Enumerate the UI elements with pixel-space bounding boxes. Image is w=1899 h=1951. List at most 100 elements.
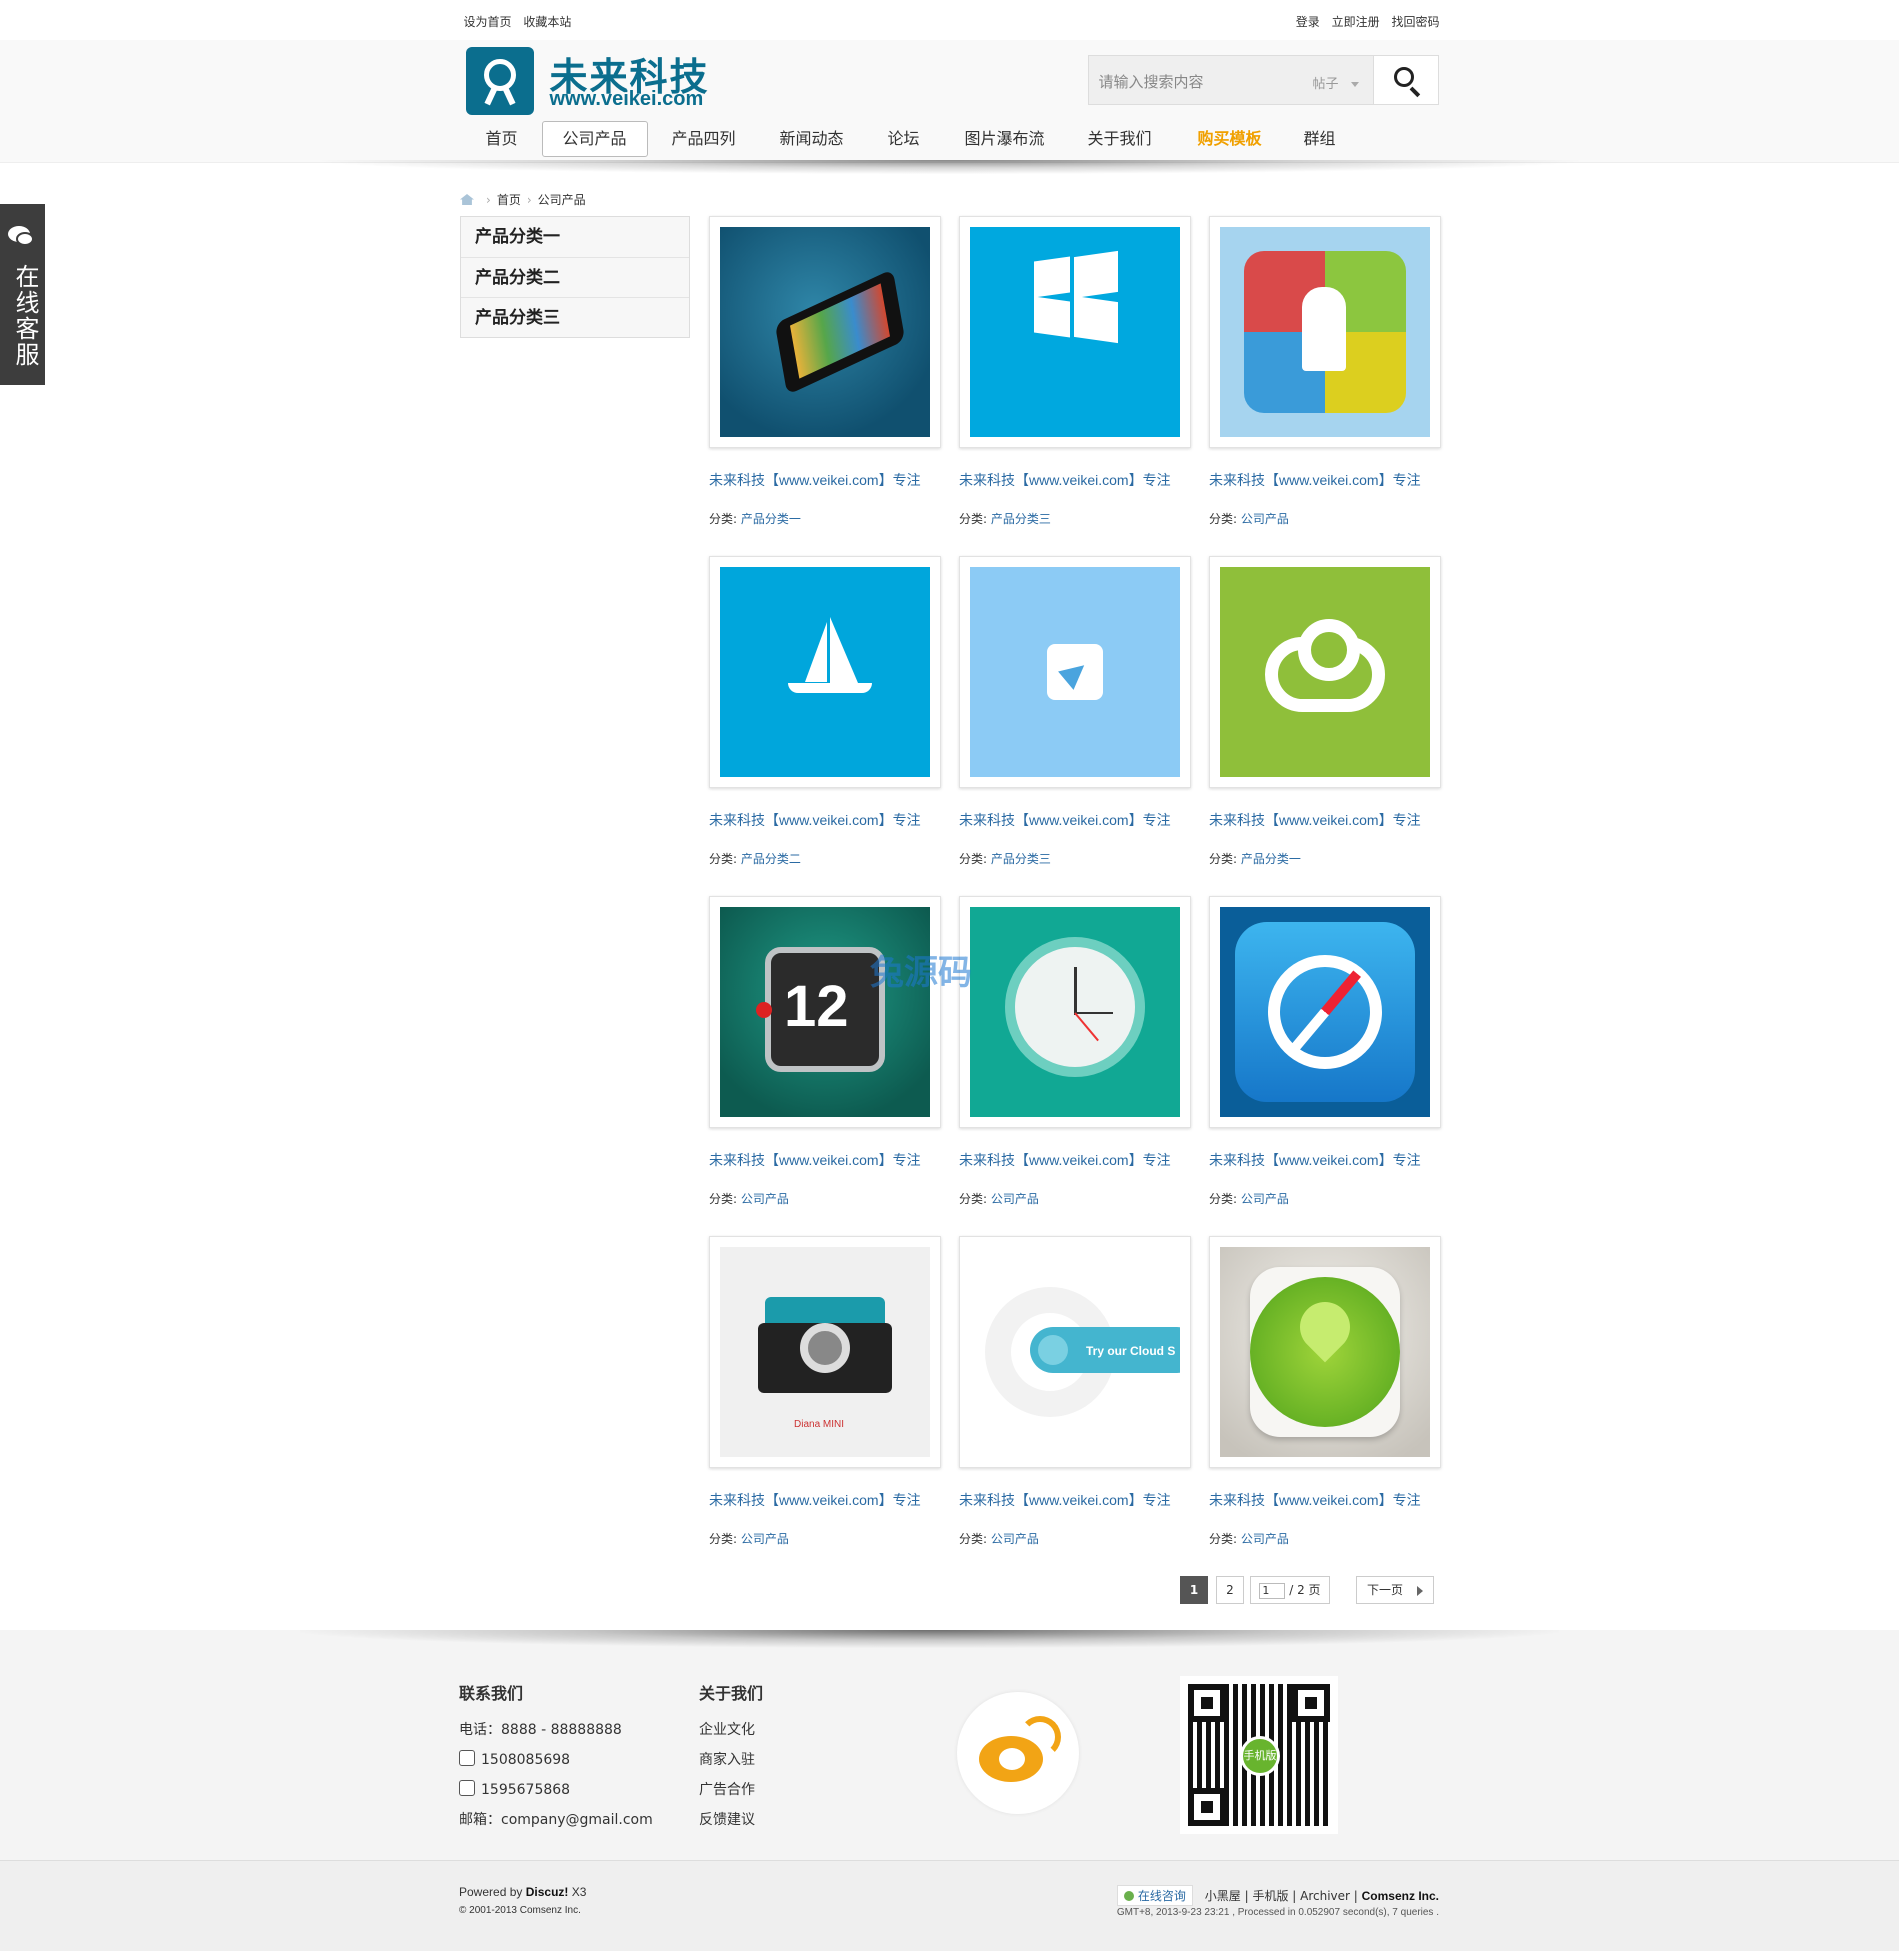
product-thumbnail[interactable] xyxy=(709,556,941,788)
product-thumbnail[interactable]: Try our Cloud S xyxy=(959,1236,1191,1468)
product-title[interactable]: 未来科技【www.veikei.com】专注 xyxy=(709,1150,941,1170)
product-title[interactable]: 未来科技【www.veikei.com】专注 xyxy=(1209,1490,1441,1510)
forgot-password-link[interactable]: 找回密码 xyxy=(1391,15,1439,29)
home-icon[interactable] xyxy=(460,194,474,205)
discuz-link[interactable]: Discuz! xyxy=(526,1885,569,1899)
nav-news[interactable]: 新闻动态 xyxy=(766,120,858,158)
copyright: © 2001-2013 Comsenz Inc. xyxy=(459,1905,581,1916)
product-category-link[interactable]: 公司产品 xyxy=(1241,1532,1289,1546)
product-title[interactable]: 未来科技【www.veikei.com】专注 xyxy=(959,1490,1191,1510)
set-homepage-link[interactable]: 设为首页 xyxy=(464,15,512,29)
product-thumbnail[interactable]: 12 xyxy=(709,896,941,1128)
page-2-button[interactable]: 2 xyxy=(1216,1576,1244,1604)
contact-section: 联系我们 电话：8888 - 88888888 1508085698 15956… xyxy=(459,1680,653,1835)
product-category-link[interactable]: 公司产品 xyxy=(1241,512,1289,526)
nav-groups[interactable]: 群组 xyxy=(1290,120,1350,158)
product-thumbnail[interactable] xyxy=(1209,556,1441,788)
register-link[interactable]: 立即注册 xyxy=(1332,15,1380,29)
company-link[interactable]: Comsenz Inc. xyxy=(1362,1889,1439,1903)
product-title[interactable]: 未来科技【www.veikei.com】专注 xyxy=(709,810,941,830)
product-thumbnail[interactable] xyxy=(1209,896,1441,1128)
product-category: 分类: 公司产品 xyxy=(1209,1192,1289,1206)
camera-icon: Diana MINI xyxy=(720,1247,930,1457)
product-card: 未来科技【www.veikei.com】专注 分类: 产品分类二 xyxy=(709,556,941,867)
about-link[interactable]: 反馈建议 xyxy=(699,1805,763,1835)
phone-icon xyxy=(720,227,930,437)
about-link[interactable]: 企业文化 xyxy=(699,1715,763,1745)
nav-home[interactable]: 首页 xyxy=(472,120,532,158)
search-button[interactable] xyxy=(1372,55,1439,105)
product-thumbnail[interactable] xyxy=(959,896,1191,1128)
nav-buy-template[interactable]: 购买模板 xyxy=(1184,120,1276,158)
product-thumbnail[interactable] xyxy=(1209,216,1441,448)
product-card: 未来科技【www.veikei.com】专注 分类: 公司产品 xyxy=(1209,216,1441,527)
product-category-link[interactable]: 产品分类二 xyxy=(741,852,801,866)
product-category-link[interactable]: 产品分类一 xyxy=(1241,852,1301,866)
compass-icon xyxy=(1220,907,1430,1117)
product-card: 未来科技【www.veikei.com】专注 分类: 产品分类三 xyxy=(959,556,1191,867)
product-category-link[interactable]: 产品分类三 xyxy=(991,512,1051,526)
blacklist-link[interactable]: 小黑屋 xyxy=(1205,1889,1241,1903)
logo-icon[interactable] xyxy=(465,47,534,115)
product-thumbnail[interactable] xyxy=(959,216,1191,448)
weibo-icon[interactable] xyxy=(957,1692,1079,1814)
product-title[interactable]: 未来科技【www.veikei.com】专注 xyxy=(1209,1150,1441,1170)
breadcrumb-current[interactable]: 公司产品 xyxy=(538,193,586,207)
next-page-label: 下一页 xyxy=(1366,1583,1403,1597)
product-title[interactable]: 未来科技【www.veikei.com】专注 xyxy=(709,1490,941,1510)
nav-about[interactable]: 关于我们 xyxy=(1074,120,1166,158)
product-thumbnail[interactable]: Diana MINI xyxy=(709,1236,941,1468)
breadcrumb-home[interactable]: 首页 xyxy=(497,193,521,207)
page-1-button[interactable]: 1 xyxy=(1180,1576,1208,1604)
archiver-link[interactable]: Archiver xyxy=(1300,1889,1350,1903)
product-title[interactable]: 未来科技【www.veikei.com】专注 xyxy=(959,470,1191,490)
product-title[interactable]: 未来科技【www.veikei.com】专注 xyxy=(959,810,1191,830)
product-thumbnail[interactable] xyxy=(1209,1236,1441,1468)
product-thumbnail[interactable] xyxy=(709,216,941,448)
chess-knight-icon xyxy=(1220,227,1430,437)
category-item[interactable]: 产品分类二 xyxy=(461,257,689,297)
product-title[interactable]: 未来科技【www.veikei.com】专注 xyxy=(1209,810,1441,830)
product-category: 分类: 公司产品 xyxy=(959,1532,1039,1546)
nav-forum[interactable]: 论坛 xyxy=(874,120,934,158)
nav-products[interactable]: 公司产品 xyxy=(541,121,648,157)
online-consult-button[interactable]: 在线咨询 xyxy=(1116,1885,1193,1906)
nav-waterfall[interactable]: 图片瀑布流 xyxy=(950,120,1060,158)
search-input[interactable]: 请输入搜索内容 帖子 xyxy=(1087,55,1373,105)
qq-item[interactable]: 1595675868 xyxy=(459,1775,653,1805)
product-card: Diana MINI 未来科技【www.veikei.com】专注 分类: 公司… xyxy=(709,1236,941,1547)
product-category-link[interactable]: 公司产品 xyxy=(741,1192,789,1206)
mobile-link[interactable]: 手机版 xyxy=(1252,1889,1288,1903)
email-text: 邮箱：company@gmail.com xyxy=(459,1812,653,1828)
product-title[interactable]: 未来科技【www.veikei.com】专注 xyxy=(1209,470,1441,490)
product-category-link[interactable]: 产品分类三 xyxy=(991,852,1051,866)
product-category-link[interactable]: 公司产品 xyxy=(1241,1192,1289,1206)
product-card: 未来科技【www.veikei.com】专注 分类: 公司产品 xyxy=(1209,896,1441,1207)
about-link[interactable]: 商家入驻 xyxy=(699,1745,763,1775)
online-service-tab[interactable]: 在线客服 xyxy=(0,204,45,385)
product-thumbnail[interactable] xyxy=(959,556,1191,788)
bookmark-site-link[interactable]: 收藏本站 xyxy=(523,15,571,29)
category-item[interactable]: 产品分类三 xyxy=(461,297,689,337)
paper-plane-icon xyxy=(970,567,1180,777)
product-category-link[interactable]: 产品分类一 xyxy=(741,512,801,526)
windows-logo-icon xyxy=(970,227,1180,437)
search-type-select[interactable]: 帖子 xyxy=(1312,73,1359,92)
product-title[interactable]: 未来科技【www.veikei.com】专注 xyxy=(959,1150,1191,1170)
page-number-input[interactable]: 1 xyxy=(1259,1582,1286,1599)
product-category-link[interactable]: 公司产品 xyxy=(741,1532,789,1546)
category-item[interactable]: 产品分类一 xyxy=(461,217,689,257)
product-title[interactable]: 未来科技【www.veikei.com】专注 xyxy=(709,470,941,490)
product-category-link[interactable]: 公司产品 xyxy=(991,1532,1039,1546)
about-title: 关于我们 xyxy=(699,1684,764,1703)
nav-products-four-col[interactable]: 产品四列 xyxy=(658,120,750,158)
product-category-link[interactable]: 公司产品 xyxy=(991,1192,1039,1206)
about-link[interactable]: 广告合作 xyxy=(699,1775,763,1805)
product-category: 分类: 产品分类三 xyxy=(959,512,1051,526)
brand-domain[interactable]: www.veikei.com xyxy=(550,88,704,111)
bottom-links: 在线咨询 小黑屋 | 手机版 | Archiver | Comsenz Inc. xyxy=(1109,1885,1439,1906)
qq-item[interactable]: 1508085698 xyxy=(459,1745,653,1775)
next-page-button[interactable]: 下一页 xyxy=(1356,1576,1434,1604)
page-jump: 1 / 2 页 xyxy=(1250,1576,1330,1604)
login-link[interactable]: 登录 xyxy=(1296,15,1320,29)
